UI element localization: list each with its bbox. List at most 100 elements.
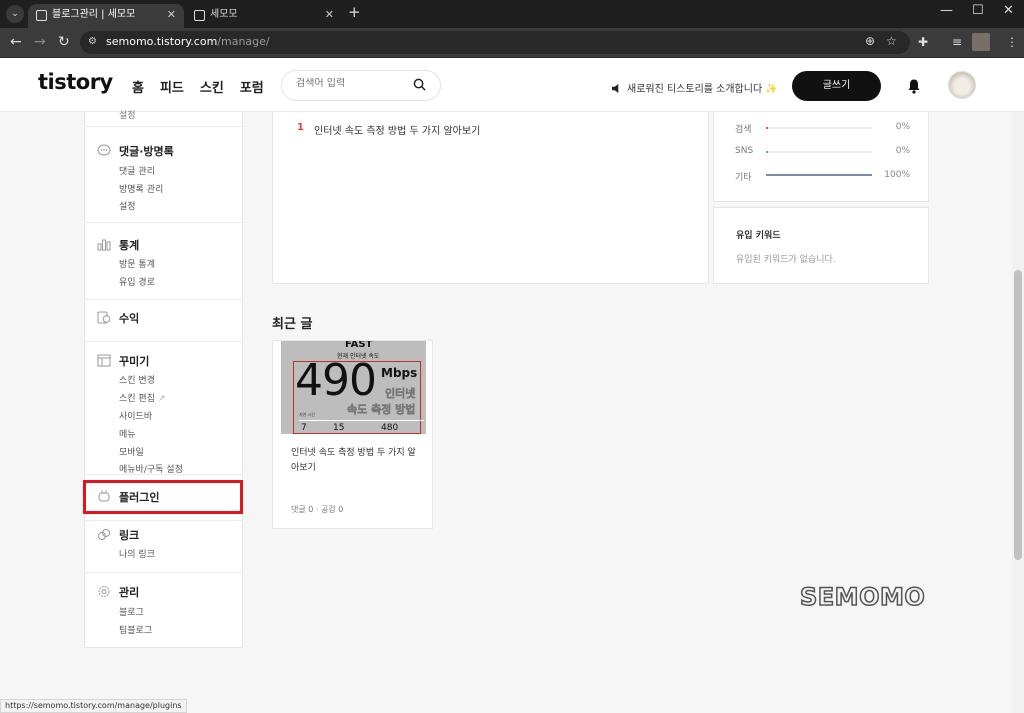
minimize-button[interactable]: — <box>940 3 953 18</box>
tistory-logo[interactable]: tistory <box>38 70 113 94</box>
thumb-speed: 490 <box>295 355 377 406</box>
write-button[interactable]: 글쓰기 <box>792 71 881 101</box>
thumb-overlay-2: 속도 측정 방법 <box>347 403 416 417</box>
page-scrollbar[interactable] <box>1012 112 1024 713</box>
referrer-bar <box>766 174 872 176</box>
profile-avatar[interactable] <box>972 33 990 51</box>
browser-menu-icon[interactable]: ⋮ <box>1006 35 1018 49</box>
forward-arrow-icon[interactable]: → <box>34 34 46 50</box>
sidebar-head-links[interactable]: 링크 <box>97 527 139 543</box>
post-thumbnail[interactable]: FAST 현재 인터넷 속도 490 Mbps 인터넷 속도 측정 방법 지연 … <box>281 341 426 434</box>
browser-toolbar: ← → ↻ ⚙ semomo.tistory.com/manage/ ⊕ ☆ ✚… <box>0 28 1024 58</box>
site-header: tistory 홈 피드 스킨 포럼 새로워진 티스토리를 소개합니다 ✨ 글쓰… <box>0 58 1024 112</box>
nav-skin[interactable]: 스킨 <box>200 77 224 96</box>
manage-sidebar: 설정 댓글·방명록 댓글 관리 방명록 관리 설정 통계 방문 통계 유입 경로… <box>84 111 243 648</box>
nav-forum[interactable]: 포럼 <box>240 77 264 96</box>
referrer-percent: 0% <box>895 122 910 132</box>
sidebar-head-comments[interactable]: 댓글·방명록 <box>97 143 174 159</box>
sidebar-item-my-links[interactable]: 나의 링크 <box>119 547 155 560</box>
extensions-icon[interactable]: ✚ <box>918 35 928 49</box>
browser-tab-strip: ⌄ 블로그관리 | 세모모 ✕ 세모모 ✕ + — ☐ ✕ <box>0 0 1024 28</box>
sidebar-group-comments: 댓글·방명록 댓글 관리 방명록 관리 설정 <box>85 126 242 222</box>
tab-close-icon[interactable]: ✕ <box>325 4 334 26</box>
scrollbar-thumb[interactable] <box>1014 270 1022 560</box>
sidebar-item-referrer[interactable]: 유입 경로 <box>119 275 155 288</box>
referrer-bar <box>766 151 872 153</box>
sidebar-group-design: 꾸미기 스킨 변경 스킨 편집 ↗ 사이드바 메뉴 모바일 메뉴바/구독 설정 <box>85 341 242 475</box>
search-input[interactable] <box>296 78 406 89</box>
tab-blog-manage[interactable]: 블로그관리 | 세모모 ✕ <box>28 4 184 28</box>
referrer-percent: 0% <box>895 146 910 156</box>
sidebar-group-stats: 통계 방문 통계 유입 경로 <box>85 222 242 299</box>
layout-icon <box>97 354 111 367</box>
maximize-button[interactable]: ☐ <box>972 3 984 18</box>
popular-post-link[interactable]: 인터넷 속도 측정 방법 두 가지 알아보기 <box>314 122 480 137</box>
sidebar-item-comment-settings[interactable]: 설정 <box>119 199 136 212</box>
referrer-label: 기타 <box>735 173 752 183</box>
post-meta: 댓글 0 · 공감 0 <box>291 505 344 514</box>
keywords-empty-text: 유입된 키워드가 없습니다. <box>736 255 836 265</box>
site-info-icon[interactable]: ⚙ <box>88 36 100 48</box>
sidebar-item-blog[interactable]: 블로그 <box>119 605 144 618</box>
sidebar-item-comment-manage[interactable]: 댓글 관리 <box>119 164 155 177</box>
thumb-unit: Mbps <box>381 366 418 380</box>
referrer-bar <box>766 127 872 129</box>
tab-search-button[interactable]: ⌄ <box>6 5 24 23</box>
chart-icon <box>97 239 111 251</box>
comment-icon <box>97 144 111 156</box>
sidebar-head-stats[interactable]: 통계 <box>97 237 139 253</box>
external-link-icon: ↗ <box>157 394 166 404</box>
search-icon[interactable] <box>413 78 426 91</box>
thumb-num-3: 480 <box>381 423 399 433</box>
status-url-bar: https://semomo.tistory.com/manage/plugin… <box>0 699 187 713</box>
nav-home[interactable]: 홈 <box>132 77 144 96</box>
bookmark-star-icon[interactable]: ☆ <box>886 34 897 48</box>
tab-title: 블로그관리 | 세모모 <box>52 9 136 20</box>
sidebar-head-design[interactable]: 꾸미기 <box>97 353 149 369</box>
bell-icon[interactable] <box>906 78 922 94</box>
notice-link[interactable]: 새로워진 티스토리를 소개합니다 ✨ <box>612 80 778 95</box>
referrer-percent: 100% <box>884 170 910 180</box>
tistory-favicon-icon <box>194 10 205 21</box>
sidebar-group-links: 링크 나의 링크 <box>85 520 242 572</box>
rank-number: 1 <box>297 122 304 133</box>
sidebar-group-admin: 관리 블로그 팀블로그 <box>85 572 242 648</box>
notice-text: 새로워진 티스토리를 소개합니다 ✨ <box>627 84 778 95</box>
new-tab-button[interactable]: + <box>348 3 361 21</box>
sidebar-item-visit-stats[interactable]: 방문 통계 <box>119 257 155 270</box>
sidebar-item-mobile[interactable]: 모바일 <box>119 445 144 458</box>
thumb-small-label: 지연 시간 <box>299 412 315 417</box>
tab-title: 세모모 <box>210 9 238 20</box>
sidebar-head-admin[interactable]: 관리 <box>97 584 139 600</box>
user-avatar[interactable] <box>948 71 976 99</box>
coin-icon <box>97 311 111 324</box>
zoom-icon[interactable]: ⊕ <box>865 34 875 48</box>
address-bar[interactable]: ⚙ semomo.tistory.com/manage/ ⊕ ☆ <box>80 31 910 54</box>
plugin-highlight-box <box>83 480 243 514</box>
close-window-button[interactable]: ✕ <box>1003 3 1014 18</box>
reading-list-icon[interactable]: ≡ <box>952 35 962 49</box>
sidebar-head-revenue[interactable]: 수익 <box>97 310 139 326</box>
tab-semomo[interactable]: 세모모 ✕ <box>186 4 342 28</box>
sidebar-item-menu[interactable]: 메뉴 <box>119 427 136 440</box>
sidebar-item-sidebar[interactable]: 사이드바 <box>119 409 152 422</box>
sidebar-item-skin-change[interactable]: 스킨 변경 <box>119 373 155 386</box>
sidebar-item-skin-edit[interactable]: 스킨 편집 ↗ <box>119 391 166 404</box>
tab-close-icon[interactable]: ✕ <box>167 4 176 26</box>
sidebar-group-revenue: 수익 <box>85 299 242 341</box>
sidebar-item-team-blog[interactable]: 팀블로그 <box>119 623 152 636</box>
referrer-label: SNS <box>735 146 754 156</box>
global-nav: 홈 피드 스킨 포럼 <box>132 77 264 96</box>
post-title[interactable]: 인터넷 속도 측정 방법 두 가지 알아보기 <box>291 446 421 476</box>
nav-feed[interactable]: 피드 <box>160 77 184 96</box>
reload-icon[interactable]: ↻ <box>58 34 70 50</box>
back-arrow-icon[interactable]: ← <box>10 34 22 50</box>
sidebar-item-cut[interactable]: 설정 <box>119 108 136 121</box>
sidebar-item-guestbook-manage[interactable]: 방명록 관리 <box>119 182 163 195</box>
keywords-title: 유입 키워드 <box>736 231 781 241</box>
tistory-favicon-icon <box>36 10 47 21</box>
recent-post-card[interactable]: FAST 현재 인터넷 속도 490 Mbps 인터넷 속도 측정 방법 지연 … <box>272 340 433 529</box>
referrer-label: 검색 <box>735 125 752 135</box>
gear-icon <box>98 586 110 597</box>
keywords-card <box>713 207 929 284</box>
